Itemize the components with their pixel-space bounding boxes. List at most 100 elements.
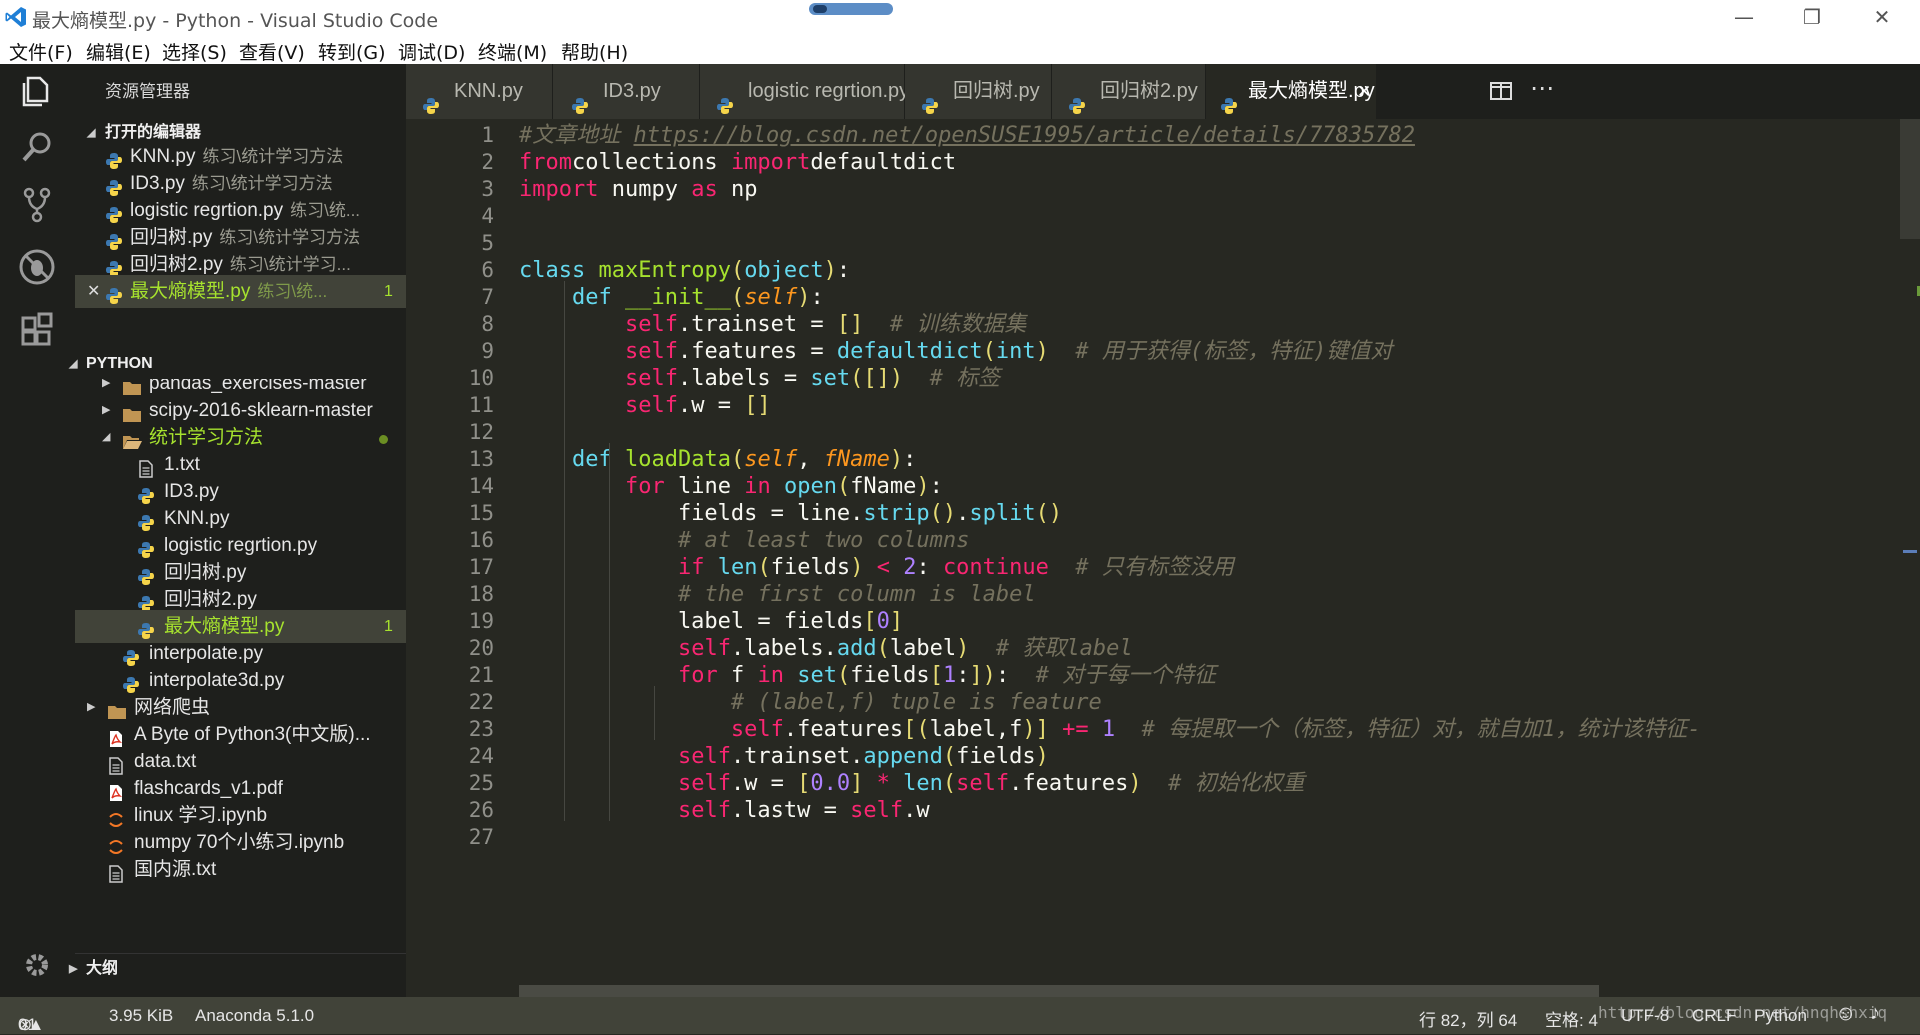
code-token: append xyxy=(863,744,943,769)
code-token: .w = xyxy=(730,771,798,796)
menu-debug[interactable]: 调试(D) xyxy=(398,38,465,65)
code-token: add xyxy=(836,636,877,661)
tab-logistic[interactable]: logistic regrtion.py xyxy=(700,64,909,119)
settings-gear-icon[interactable] xyxy=(16,944,58,986)
extensions-icon[interactable] xyxy=(16,308,58,350)
code-token: # 训练数据集 xyxy=(889,312,1027,337)
code-line[interactable]: self.w = [] xyxy=(519,389,771,422)
outline-header[interactable]: ▶ 大纲 xyxy=(69,953,406,983)
code-token: continue xyxy=(942,555,1049,580)
code-token: .labels. xyxy=(730,636,837,661)
menu-selection[interactable]: 选择(S) xyxy=(162,38,227,65)
menu-edit[interactable]: 编辑(E) xyxy=(86,38,151,65)
explorer-icon[interactable] xyxy=(16,70,58,112)
feedback-smiley-icon[interactable]: ☺ xyxy=(1835,1002,1856,1026)
code-token: , xyxy=(797,447,824,472)
code-token: ([]) xyxy=(850,366,904,391)
code-token: defaultdict xyxy=(810,150,957,175)
code-token: : xyxy=(903,447,917,472)
error-count: 0 xyxy=(18,1015,28,1034)
code-line[interactable]: import numpy as np xyxy=(519,173,757,206)
code-token: object xyxy=(744,258,824,283)
code-editor[interactable]: 1 2 3 4 5 6 7 8 9 10 11 12 13 14 15 16 17 18 19 20 21 22 23 24 2… xyxy=(406,119,1920,997)
code-token: ( xyxy=(836,474,851,499)
code-token: # 对于每一个特征 xyxy=(1035,663,1217,688)
python-interpreter[interactable]: Anaconda 5.1.0 xyxy=(195,1006,314,1026)
python-folder-header[interactable]: ◢ PYTHON xyxy=(69,349,406,379)
text-file-icon xyxy=(107,861,125,886)
menu-bar: 文件(F) 编辑(E) 选择(S) 查看(V) 转到(G) 调试(D) 终端(M… xyxy=(0,35,1920,64)
code-token: # 标签 xyxy=(929,366,1001,391)
code-token: line xyxy=(664,474,745,499)
split-editor-icon[interactable] xyxy=(1490,81,1512,101)
tab-close-icon[interactable]: ✕ xyxy=(1357,64,1371,119)
code-token: self xyxy=(744,285,798,310)
modified-dot xyxy=(379,435,388,444)
menu-help[interactable]: 帮助(H) xyxy=(561,38,628,65)
title-scroll-handle[interactable] xyxy=(809,3,893,15)
tree-file[interactable]: 国内源.txt xyxy=(75,853,406,886)
menu-file[interactable]: 文件(F) xyxy=(9,38,73,65)
tab-max-entropy[interactable]: 最大熵模型.py ✕ xyxy=(1206,64,1377,119)
code-token: import xyxy=(519,177,599,202)
indentation[interactable]: 空格: 4 xyxy=(1545,1006,1598,1031)
code-token: # at least two columns xyxy=(677,528,970,553)
close-window-button[interactable]: ✕ xyxy=(1857,2,1907,32)
cursor-position[interactable]: 行 82，列 64 xyxy=(1419,1006,1517,1031)
code-token: .features xyxy=(1009,771,1129,796)
code-token: 0 xyxy=(876,609,890,634)
menu-terminal[interactable]: 终端(M) xyxy=(478,38,547,65)
source-control-icon[interactable] xyxy=(16,184,58,226)
menu-goto[interactable]: 转到(G) xyxy=(318,38,386,65)
code-token: fields xyxy=(850,663,930,688)
minimize-button[interactable]: — xyxy=(1719,2,1769,32)
horizontal-scrollbar-thumb[interactable] xyxy=(519,985,1599,997)
code-line[interactable]: self.lastw = self.w xyxy=(519,794,930,827)
code-token: .w xyxy=(903,798,930,823)
code-token: fName xyxy=(823,447,890,472)
status-bar: ⊗ 0 ▲ 1 3.95 KiB Anaconda 5.1.0 行 82，列 6… xyxy=(0,997,1920,1034)
search-icon[interactable] xyxy=(16,126,58,168)
activity-bar xyxy=(0,64,75,997)
code-token: : xyxy=(836,258,851,283)
notifications-bell-icon[interactable]: ♪ xyxy=(1870,1002,1880,1025)
code-token: += xyxy=(1062,717,1089,742)
menu-view[interactable]: 查看(V) xyxy=(239,38,305,65)
restore-button[interactable]: ❐ xyxy=(1787,2,1837,32)
code-token: fields xyxy=(770,555,851,580)
tab-knn[interactable]: KNN.py xyxy=(406,64,553,119)
code-token: 1 xyxy=(942,663,957,688)
code-token: .features xyxy=(783,717,904,742)
code-token: ( xyxy=(942,744,957,769)
more-actions-icon[interactable]: ⋯ xyxy=(1530,74,1554,102)
debug-icon[interactable] xyxy=(16,246,58,288)
tab-regression-tree[interactable]: 回归树.py xyxy=(905,64,1052,119)
problem-count-badge: 1 xyxy=(384,283,393,300)
close-editor-icon[interactable]: ✕ xyxy=(87,275,100,308)
vertical-scrollbar-thumb[interactable] xyxy=(1900,119,1920,239)
code-token: ( xyxy=(982,339,996,364)
problems-indicator[interactable]: ⊗ 0 ▲ 1 xyxy=(18,1006,44,1034)
code-token: for xyxy=(677,663,718,688)
code-token: 2 xyxy=(903,555,917,580)
collapse-icon: ◢ xyxy=(69,358,78,370)
tab-id3[interactable]: ID3.py xyxy=(553,64,700,119)
code-token: as xyxy=(691,177,718,202)
code-token: self xyxy=(677,771,731,796)
vscode-logo-icon xyxy=(5,7,26,27)
code-token: ) xyxy=(916,474,930,499)
tab-regression-tree2[interactable]: 回归树2.py xyxy=(1052,64,1206,119)
code-token: # 每提取一个（标签，特征）对，就自加1，统计该特征- xyxy=(1141,717,1701,742)
open-editor-item[interactable]: ✕ 最大熵模型.py 练习\统... 1 xyxy=(75,275,406,308)
code-token: for xyxy=(624,474,665,499)
